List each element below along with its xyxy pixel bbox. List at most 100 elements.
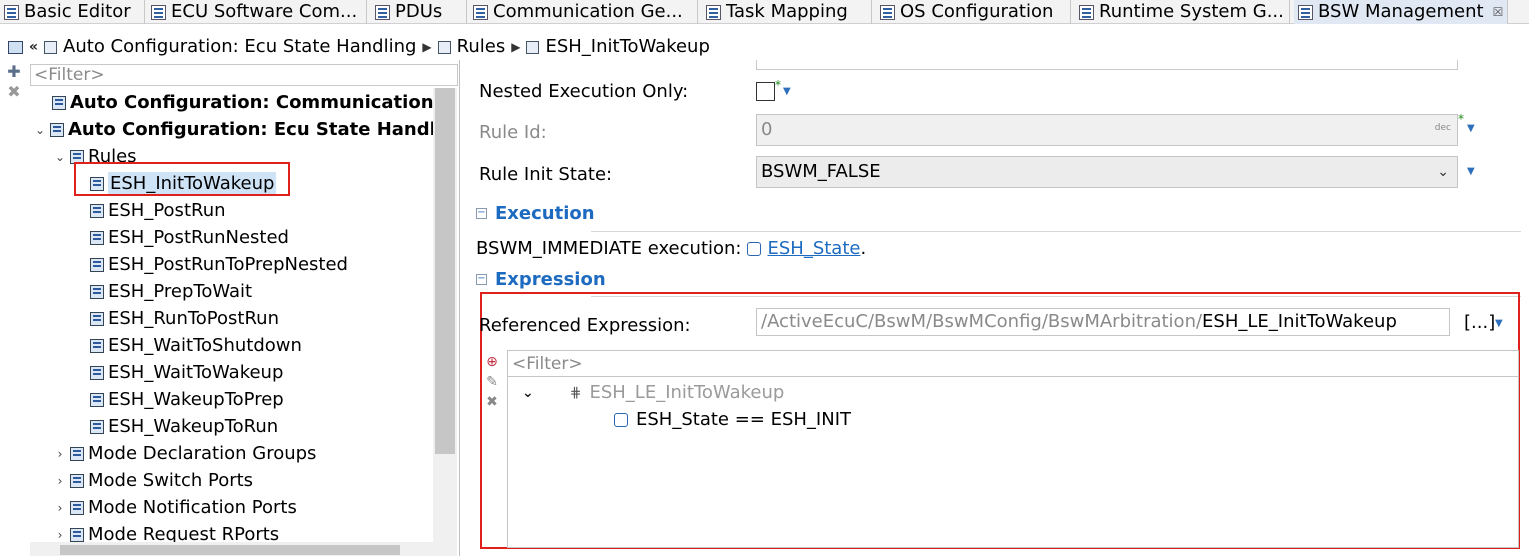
expression-root-label: ESH_LE_InitToWakeup: [589, 382, 785, 403]
dropdown-arrow-icon[interactable]: ▼: [1495, 318, 1503, 329]
tab-pdus[interactable]: PDUs: [371, 0, 467, 24]
execution-tail: .: [860, 238, 867, 259]
breadcrumb-item-auto-configuration[interactable]: Auto Configuration: Ecu State Handling: [63, 37, 416, 57]
tree-item-label: ESH_WaitToWakeup: [108, 361, 284, 383]
dropdown-arrow-icon[interactable]: ▼: [783, 86, 791, 97]
tab-runtime-system-generator[interactable]: Runtime System G...: [1075, 0, 1290, 24]
mode-switch-port-icon: [70, 473, 84, 488]
basic-editor-icon: [4, 4, 19, 20]
tab-os-configuration[interactable]: OS Configuration: [876, 0, 1071, 24]
view-menu-icon[interactable]: [8, 40, 23, 54]
chevron-down-icon[interactable]: ⌄: [54, 150, 66, 164]
tab-label: OS Configuration: [900, 1, 1054, 22]
properties-panel: Nested Execution Only: * ▼ Rule Id: 0 de…: [461, 60, 1529, 556]
rule-icon: [90, 311, 104, 326]
rule-id-value: 0: [761, 119, 773, 140]
breadcrumb-item-rule[interactable]: ESH_InitToWakeup: [545, 37, 709, 57]
tree-item-label: ESH_PostRunToPrepNested: [108, 253, 348, 275]
expression-tree-child[interactable]: ESH_State == ESH_INIT: [614, 409, 851, 430]
tree-filter-input[interactable]: <Filter>: [30, 64, 458, 86]
tree-item-mode-notification-ports[interactable]: › Mode Notification Ports: [54, 495, 297, 520]
tree-item-rule[interactable]: ESH_WaitToWakeup: [90, 360, 283, 385]
tab-ecu-software-components[interactable]: ECU Software Com...: [147, 0, 367, 24]
rule-icon: [526, 40, 540, 54]
tree-item-mode-declaration-groups[interactable]: › Mode Declaration Groups: [54, 441, 317, 466]
tree-horizontal-scrollbar[interactable]: [30, 542, 433, 556]
tree-vertical-scrollbar[interactable]: ⌄: [433, 88, 457, 556]
chevron-down-icon[interactable]: ⌄: [34, 123, 46, 137]
edit-expression-icon[interactable]: ✎: [483, 372, 501, 392]
divider: [591, 231, 1521, 232]
auto-configuration-icon: [44, 40, 58, 54]
rule-init-state-select[interactable]: BSWM_FALSE ⌄: [756, 156, 1458, 188]
tree-item-rule[interactable]: ESH_WakeupToRun: [90, 414, 278, 439]
close-icon[interactable]: ☒: [1493, 5, 1504, 19]
referenced-expression-field[interactable]: /ActiveEcuC/BswM/BswMConfig/BswMArbitrat…: [756, 308, 1450, 336]
tree-item-label: ESH_PostRun: [108, 199, 226, 221]
tab-bsw-management[interactable]: BSW Management ☒: [1294, 0, 1508, 24]
add-icon[interactable]: ✚: [4, 62, 24, 82]
tree-item-rule[interactable]: ESH_PostRun: [90, 198, 226, 223]
reference-path: /ActiveEcuC/BswM/BswMConfig/BswMArbitrat…: [761, 311, 1203, 332]
rules-icon: [437, 40, 451, 54]
chevron-right-icon[interactable]: ›: [54, 447, 66, 461]
expression-section-header[interactable]: − Expression: [476, 269, 606, 290]
tree-item-mode-request-rports[interactable]: › Mode Request RPorts: [54, 522, 280, 544]
tree-item-label: ESH_RunToPostRun: [108, 307, 279, 329]
browse-button[interactable]: [...]: [1464, 312, 1495, 333]
collapse-icon[interactable]: −: [476, 274, 487, 285]
execution-link[interactable]: ESH_State: [767, 238, 860, 259]
tree-item-label: Auto Configuration: Ecu State Handling: [68, 118, 433, 140]
editor-tab-bar: Basic Editor ECU Software Com... PDUs Co…: [0, 0, 1529, 24]
chevron-down-icon[interactable]: ⌄: [522, 385, 534, 401]
scrollbar-thumb[interactable]: [435, 88, 455, 454]
tab-communication-generator[interactable]: Communication Ge...: [469, 0, 698, 24]
navigation-panel: ✚ ✖ <Filter> Auto Configuration: Communi…: [0, 60, 460, 556]
chevron-right-icon[interactable]: ›: [54, 528, 66, 542]
chevron-right-icon[interactable]: ›: [54, 474, 66, 488]
chevron-left-icon[interactable]: «: [29, 39, 38, 55]
tree-item-rule[interactable]: ESH_WakeupToPrep: [90, 387, 284, 412]
rule-id-field: 0 dec: [756, 114, 1458, 146]
delete-icon[interactable]: ✖: [4, 82, 24, 102]
dropdown-arrow-icon[interactable]: ▼: [1467, 123, 1475, 134]
dropdown-arrow-icon[interactable]: ▼: [1467, 166, 1475, 177]
expression-tree-root[interactable]: ⌄ ⋕ ESH_LE_InitToWakeup: [522, 382, 784, 403]
tree-item-auto-configuration-ecu-state[interactable]: ⌄ Auto Configuration: Ecu State Handling: [34, 117, 433, 142]
chevron-down-icon[interactable]: ⌄: [1437, 157, 1449, 187]
expression-filter-input[interactable]: <Filter>: [508, 351, 1518, 377]
tree-item-label: Mode Declaration Groups: [88, 442, 317, 464]
tab-label: PDUs: [395, 1, 443, 22]
add-expression-icon[interactable]: ⊕: [483, 352, 501, 372]
rule-init-state-label: Rule Init State:: [479, 164, 613, 185]
dec-unit-label: dec: [1434, 123, 1451, 133]
tree-item-mode-switch-ports[interactable]: › Mode Switch Ports: [54, 468, 253, 493]
section-title: Execution: [495, 203, 595, 224]
breadcrumb-item-rules[interactable]: Rules: [457, 37, 506, 57]
expression-child-label: ESH_State == ESH_INIT: [636, 409, 851, 430]
tree-item-rule[interactable]: ESH_PostRunNested: [90, 225, 289, 250]
auto-configuration-icon: [52, 95, 66, 110]
execution-section-header[interactable]: − Execution: [476, 203, 595, 224]
logical-expression-icon: ⋕: [569, 384, 582, 401]
tree-item-label: ESH_PrepToWait: [108, 280, 253, 302]
tab-label: ECU Software Com...: [171, 1, 358, 22]
chevron-right-icon[interactable]: ›: [54, 501, 66, 515]
tree-item-label: Mode Request RPorts: [88, 523, 280, 544]
tab-task-mapping[interactable]: Task Mapping: [702, 0, 872, 24]
breadcrumb-arrow-icon: ▶: [422, 40, 432, 54]
tree-item-auto-configuration-communication[interactable]: Auto Configuration: Communication Co: [52, 90, 433, 115]
scrollbar-thumb[interactable]: [60, 545, 400, 555]
tree-item-rule[interactable]: ESH_PrepToWait: [90, 279, 252, 304]
tree-item-rule[interactable]: ESH_WaitToShutdown: [90, 333, 302, 358]
nested-execution-checkbox[interactable]: [756, 82, 775, 101]
collapse-icon[interactable]: −: [476, 208, 487, 219]
ecu-software-icon: [151, 4, 166, 20]
tree-item-label: ESH_WakeupToRun: [108, 415, 279, 437]
delete-icon[interactable]: ✖: [483, 392, 501, 412]
tree-item-rule[interactable]: ESH_RunToPostRun: [90, 306, 279, 331]
tree-item-rule[interactable]: ESH_PostRunToPrepNested: [90, 252, 348, 277]
rule-icon: [90, 365, 104, 380]
os-configuration-icon: [880, 4, 895, 20]
tab-basic-editor[interactable]: Basic Editor: [0, 0, 145, 24]
